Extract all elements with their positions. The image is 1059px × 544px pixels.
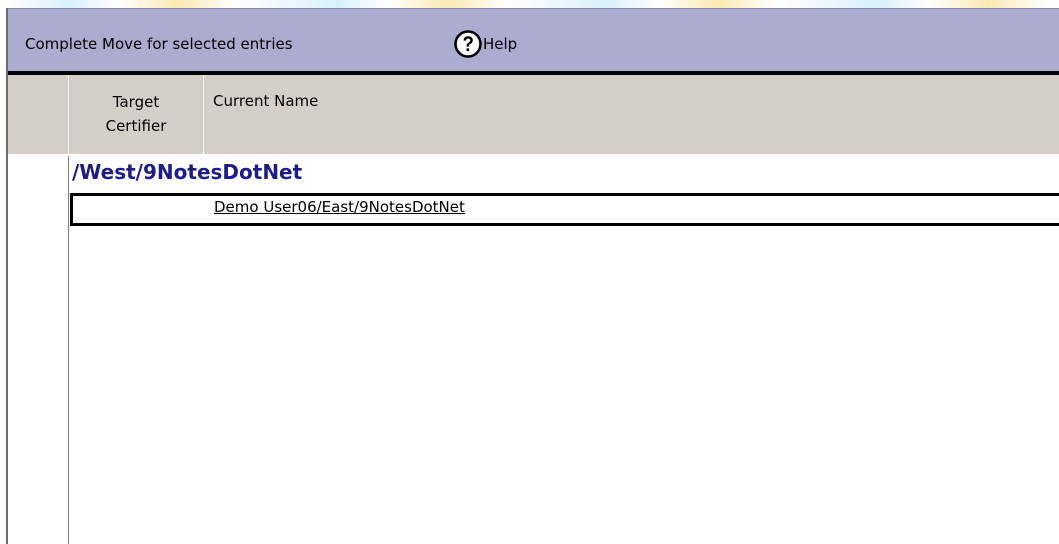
- view-body: /West/9NotesDotNet Demo User06/East/9Not…: [8, 156, 1059, 544]
- selection-gutter[interactable]: [68, 156, 69, 544]
- column-header-target-certifier[interactable]: Target Certifier: [69, 75, 204, 154]
- question-circle-icon: [454, 30, 482, 58]
- action-bar: Complete Move for selected entries Help: [8, 8, 1059, 71]
- column-header-current-name[interactable]: Current Name: [213, 92, 318, 110]
- row-current-name: Demo User06/East/9NotesDotNet: [214, 198, 465, 216]
- column-header-target-line1: Target: [112, 93, 160, 111]
- help-label: Help: [483, 35, 518, 53]
- complete-move-button[interactable]: Complete Move for selected entries: [25, 35, 293, 53]
- column-header-gutter: [8, 75, 69, 154]
- category-row[interactable]: /West/9NotesDotNet: [72, 160, 302, 184]
- column-header-certifier-line2: Certifier: [105, 117, 167, 135]
- row-target-certifier: [73, 196, 210, 223]
- top-decorative-strip: [8, 0, 1059, 8]
- help-button[interactable]: Help: [454, 28, 517, 60]
- left-frame-border: [0, 0, 8, 544]
- table-row[interactable]: Demo User06/East/9NotesDotNet: [70, 193, 1059, 226]
- column-header-row: Target Certifier Current Name: [8, 75, 1059, 156]
- notes-view-window: Complete Move for selected entries Help …: [0, 0, 1059, 544]
